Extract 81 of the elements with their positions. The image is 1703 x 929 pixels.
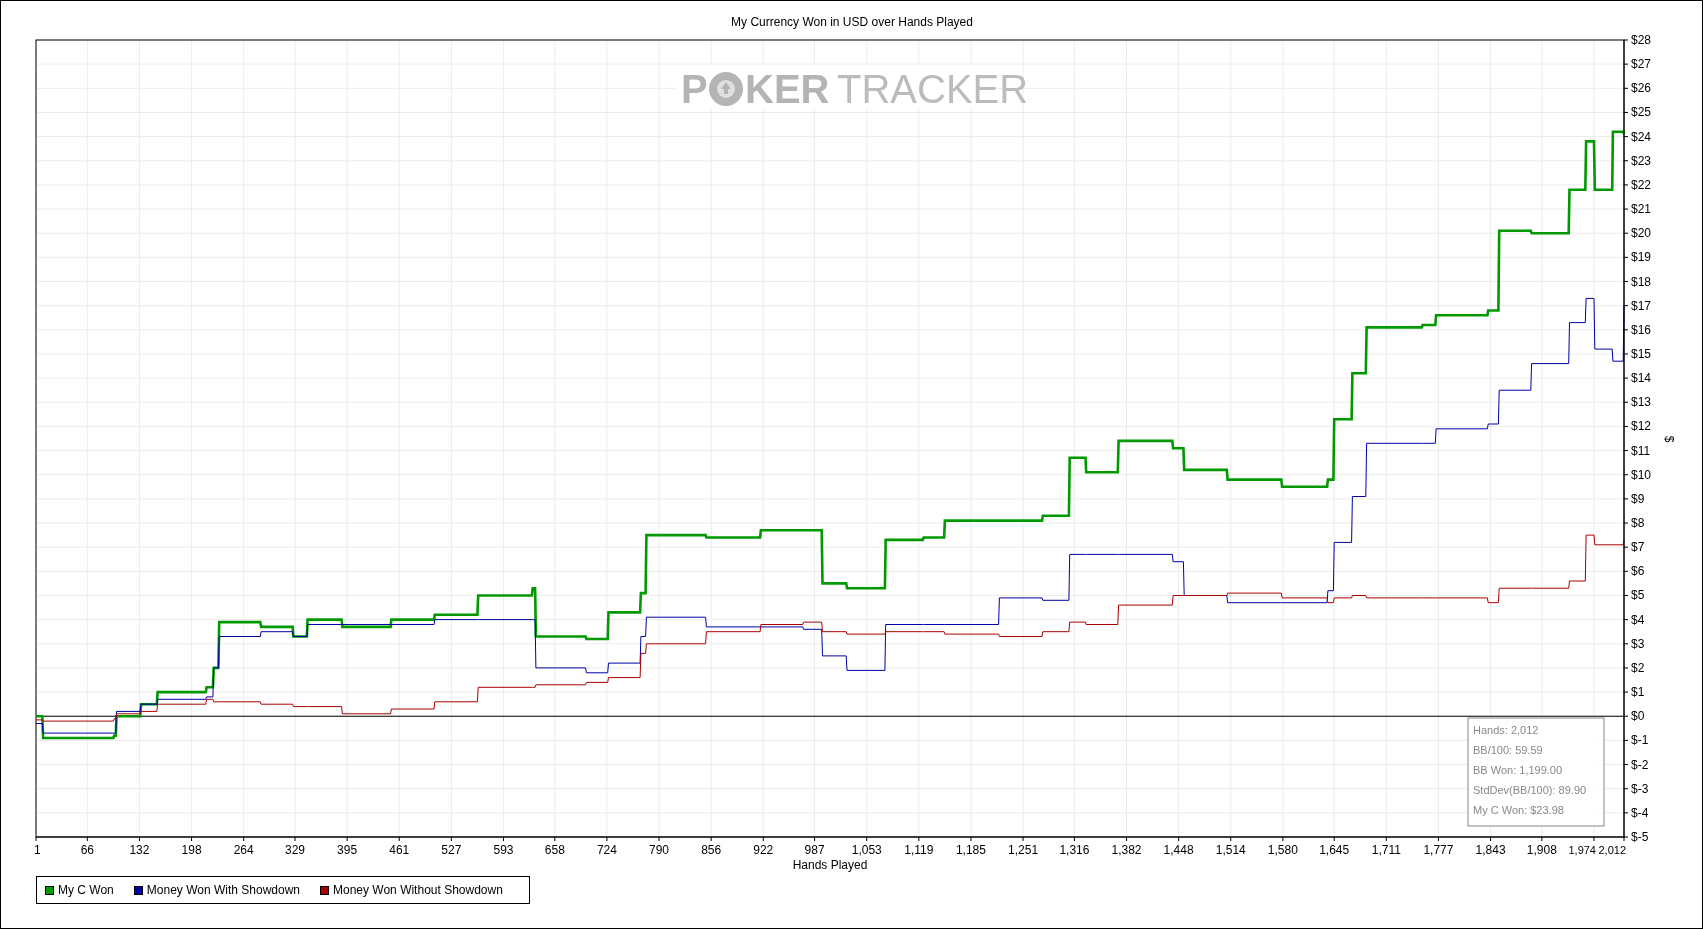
axis-tick-label: 132 xyxy=(129,843,150,857)
axis-tick-label: $2 xyxy=(1631,660,1645,675)
axis-tick-label: $26 xyxy=(1631,81,1652,96)
axis-tick-label: $27 xyxy=(1631,57,1652,72)
axis-tick-label: 461 xyxy=(389,843,410,857)
axis-tick-label: $17 xyxy=(1631,298,1652,313)
axis-tick-label: 1,448 xyxy=(1163,843,1194,857)
axis-tick-label: $-2 xyxy=(1631,757,1649,772)
axis-tick-label: $25 xyxy=(1631,105,1652,120)
axis-tick-label: 66 xyxy=(80,843,94,857)
chart-title: My Currency Won in USD over Hands Played xyxy=(731,15,973,29)
axis-tick-label: $3 xyxy=(1631,636,1645,651)
axis-tick-label: $-5 xyxy=(1631,830,1649,844)
axis-tick-label: 1,580 xyxy=(1267,843,1298,857)
axis-title: $ xyxy=(1662,435,1676,443)
axis-tick-label: $6 xyxy=(1631,564,1645,579)
axis-tick-label: 1,514 xyxy=(1215,843,1246,857)
legend-label: My C Won xyxy=(58,883,114,897)
stats-text: StdDev(BB/100): 89.90 xyxy=(1473,784,1587,796)
axis-tick-label: $16 xyxy=(1631,322,1652,337)
axis-tick-label: $10 xyxy=(1631,467,1652,482)
axis-tick-label: 1,251 xyxy=(1008,843,1039,857)
stats-text: BB/100: 59.59 xyxy=(1473,744,1543,756)
axis-tick-label: 264 xyxy=(233,843,254,857)
axis-tick-label: $19 xyxy=(1631,250,1652,265)
axis-tick-label: $24 xyxy=(1631,129,1652,144)
logo-text: KER xyxy=(745,67,830,111)
axis-tick-label: $7 xyxy=(1631,540,1645,555)
axis-tick-label: $9 xyxy=(1631,491,1645,506)
axis-tick-label: $-4 xyxy=(1631,805,1649,820)
axis-tick-label: $28 xyxy=(1631,33,1652,47)
axis-title: Hands Played xyxy=(792,858,868,872)
axis-tick-label: $18 xyxy=(1631,274,1652,289)
axis-tick-label: $14 xyxy=(1631,371,1652,386)
axis-tick-label: 1,777 xyxy=(1423,843,1454,857)
axis-tick-label: 987 xyxy=(804,843,825,857)
axis-tick-label: $11 xyxy=(1631,443,1651,458)
axis-tick-label: 1,974 xyxy=(1568,844,1596,856)
axis-tick-label: $20 xyxy=(1631,226,1652,241)
poker-chip-icon xyxy=(709,72,743,106)
axis-tick-label: 856 xyxy=(701,843,722,857)
axis-tick-label: 1,711 xyxy=(1371,843,1401,857)
axis-tick-label: 658 xyxy=(544,843,565,857)
axis-tick-label: $12 xyxy=(1631,419,1652,434)
axis-tick-label: 1,185 xyxy=(955,843,986,857)
axis-tick-label: $4 xyxy=(1631,612,1645,627)
stats-text: Hands: 2,012 xyxy=(1473,724,1539,736)
axis-tick-label: 1,908 xyxy=(1526,843,1557,857)
axis-tick-label: $22 xyxy=(1631,177,1652,192)
axis-tick-label: 922 xyxy=(753,843,774,857)
axis-tick-label: $5 xyxy=(1631,588,1645,603)
axis-tick-label: 790 xyxy=(649,843,670,857)
legend-label: Money Won Without Showdown xyxy=(333,883,503,897)
axis-tick-label: $23 xyxy=(1631,153,1652,168)
legend-label: Money Won With Showdown xyxy=(146,883,300,897)
axis-tick-label: $1 xyxy=(1631,685,1645,700)
axis-tick-label: $13 xyxy=(1631,395,1652,410)
axis-tick-label: 329 xyxy=(285,843,305,857)
stats-text: BB Won: 1,199.00 xyxy=(1473,764,1563,776)
logo-text: P xyxy=(681,67,708,111)
axis-tick-label: $-3 xyxy=(1631,781,1649,796)
axis-tick-label: 1,053 xyxy=(851,843,882,857)
stats-text: My C Won: $23.98 xyxy=(1473,804,1564,816)
axis-tick-label: 1,316 xyxy=(1059,843,1090,857)
axis-tick-label: $0 xyxy=(1631,709,1645,724)
axis-tick-label: 198 xyxy=(181,843,202,857)
axis-tick-label: 593 xyxy=(493,843,514,857)
axis-tick-label: $8 xyxy=(1631,516,1645,531)
axis-tick-label: $21 xyxy=(1631,202,1652,217)
axis-tick-label: 1,382 xyxy=(1111,843,1142,857)
axis-tick-label: 1 xyxy=(34,843,41,857)
logo-text: TRACKER xyxy=(837,67,1029,111)
axis-tick-label: 1,119 xyxy=(904,843,934,857)
axis-tick-label: 2,012 xyxy=(1598,844,1626,856)
axis-tick-label: $-1 xyxy=(1631,733,1649,748)
axis-tick-label: 724 xyxy=(596,843,617,857)
axis-tick-label: 1,843 xyxy=(1475,843,1506,857)
axis-tick-label: $15 xyxy=(1631,346,1652,361)
axis-tick-label: 395 xyxy=(337,843,358,857)
axis-tick-label: 527 xyxy=(441,843,462,857)
axis-tick-label: 1,645 xyxy=(1319,843,1350,857)
